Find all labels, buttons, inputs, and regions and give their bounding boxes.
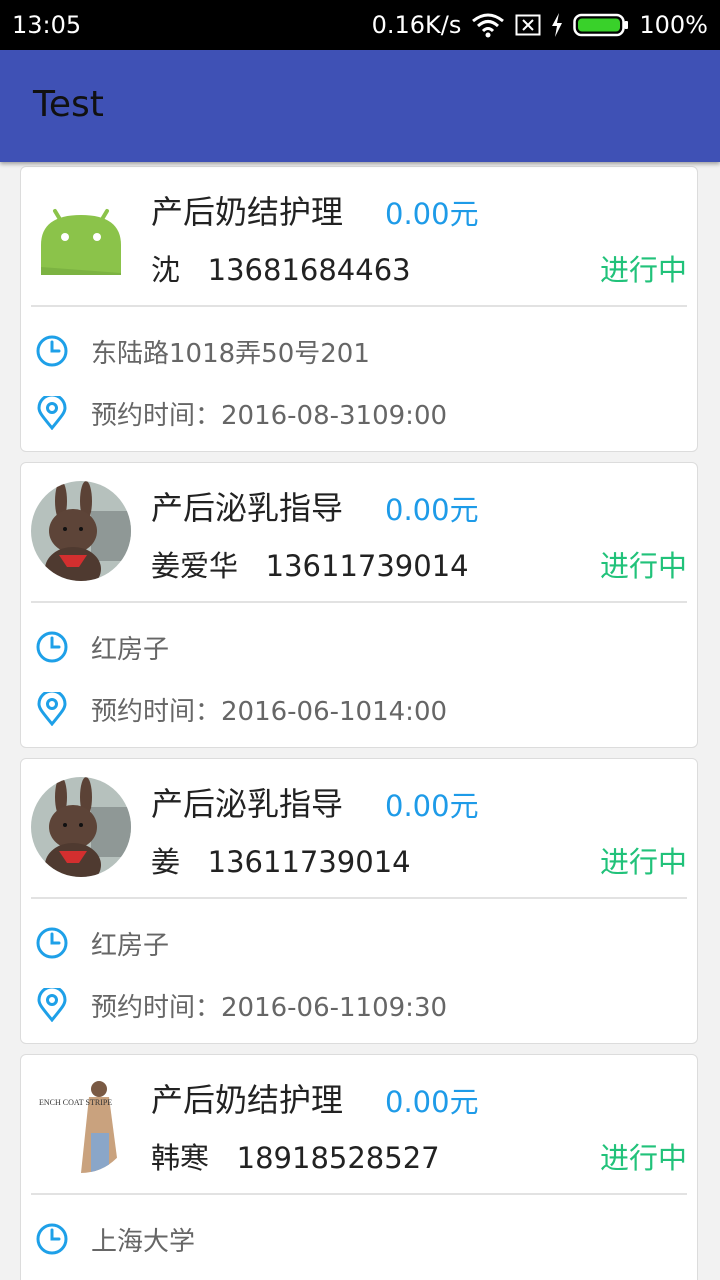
appointment-row: 预约时间：2016-06-1014:00 [35,689,447,729]
client-info: 沈 13681684463 [151,253,411,287]
order-card[interactable]: ENCH COAT STRIPE 产后奶结护理 0.00元 韩寒 1891852… [20,1054,698,1280]
network-speed: 0.16K/s [371,11,462,39]
clock-icon [36,1223,68,1255]
client-info: 姜 13611739014 [151,845,411,879]
service-name: 产后奶结护理 [151,1081,344,1119]
charging-icon [552,13,563,37]
wifi-icon [472,13,505,38]
svg-text:ENCH COAT STRIPE: ENCH COAT STRIPE [39,1098,112,1107]
address-row: 上海大学 [35,1219,195,1259]
app-bar: Test [0,50,720,162]
service-name: 产后奶结护理 [151,193,344,231]
status-badge: 进行中 [599,549,687,583]
android-robot-icon [41,209,121,275]
address-row: 东陆路1018弄50号201 [35,331,370,371]
divider [31,601,687,603]
order-card[interactable]: 产后奶结护理 0.00元 沈 13681684463 进行中 东陆路1018弄5… [20,166,698,452]
address-row: 红房子 [35,923,169,963]
appointment-text: 预约时间：2016-08-3109:00 [91,400,448,431]
clock-icon [36,335,68,367]
status-time: 13:05 [12,11,82,39]
status-icons: 0.16K/s 100% [372,11,708,39]
divider [31,897,687,899]
status-bar: 13:05 0.16K/s 100% [0,0,720,50]
service-name: 产后泌乳指导 [151,489,344,527]
status-badge: 进行中 [599,845,687,879]
order-card[interactable]: 产后泌乳指导 0.00元 姜 13611739014 进行中 红房子 预约时间：… [20,758,698,1044]
divider [31,305,687,307]
clock-icon [36,927,68,959]
clock-icon [36,631,68,663]
location-pin-icon [37,988,67,1022]
service-price: 0.00元 [385,789,479,823]
service-price: 0.00元 [385,1085,479,1119]
address-row: 红房子 [35,627,169,667]
battery-percent: 100% [639,11,708,39]
appointment-text: 预约时间：2016-06-1109:30 [91,992,448,1023]
address-text: 红房子 [91,634,170,665]
order-card[interactable]: 产后泌乳指导 0.00元 姜爱华 13611739014 进行中 红房子 预约时… [20,462,698,748]
trench-coat-photo: ENCH COAT STRIPE [31,1073,131,1173]
sim-missing-icon [515,14,541,36]
service-price: 0.00元 [385,493,479,527]
status-badge: 进行中 [599,1141,687,1175]
appointment-row: 预约时间：2016-08-3109:00 [35,393,447,433]
location-pin-icon [37,396,67,430]
order-list[interactable]: 产后奶结护理 0.00元 沈 13681684463 进行中 东陆路1018弄5… [0,166,720,1280]
address-text: 上海大学 [91,1226,196,1257]
client-info: 姜爱华 13611739014 [151,549,469,583]
service-name: 产后泌乳指导 [151,785,344,823]
service-price: 0.00元 [385,197,479,231]
location-pin-icon [37,692,67,726]
divider [31,1193,687,1195]
client-info: 韩寒 18918528527 [151,1141,440,1175]
plush-bunny-photo [31,481,131,581]
address-text: 红房子 [91,930,170,961]
battery-icon [573,13,629,37]
address-text: 东陆路1018弄50号201 [91,338,370,369]
plush-bunny-photo [31,777,131,877]
app-title: Test [33,84,104,125]
appointment-row: 预约时间：2016-06-1109:30 [35,985,447,1025]
status-badge: 进行中 [599,253,687,287]
appointment-text: 预约时间：2016-06-1014:00 [91,696,448,727]
